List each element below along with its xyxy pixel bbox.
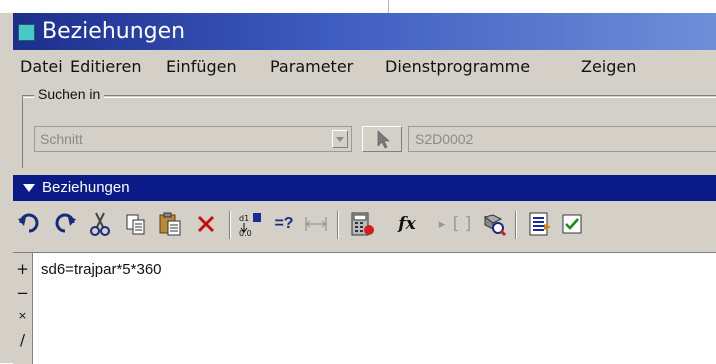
search-scope-value: Schnitt [40, 131, 83, 147]
cut-button[interactable] [85, 209, 115, 239]
redo-icon [55, 213, 76, 233]
toolbar-separator [229, 211, 231, 239]
section-header[interactable]: Beziehungen [13, 175, 716, 201]
title-bar[interactable]: Beziehungen [13, 13, 716, 50]
verify-button[interactable] [557, 209, 587, 239]
divide-button[interactable]: / [13, 331, 32, 349]
menu-bar: Datei Editieren Einfügen Parameter Diens… [13, 52, 716, 82]
toolbar: d1 0.0 =? fx ▸ [ ] [13, 201, 716, 251]
search-group-border [22, 95, 23, 168]
svg-text:d1: d1 [239, 214, 249, 223]
menu-zeigen[interactable]: Zeigen [581, 52, 636, 82]
list-icon [529, 212, 551, 236]
calculator-icon [351, 212, 374, 236]
toolbar-separator [337, 211, 339, 239]
relations-editor[interactable]: + − × / sd6=trajpar*5*360 [13, 252, 716, 364]
svg-text:0.0: 0.0 [239, 229, 252, 237]
section-title: Beziehungen [42, 179, 130, 196]
menu-editieren[interactable]: Editieren [70, 52, 141, 82]
desktop-strip [0, 0, 716, 13]
undo-icon [18, 213, 39, 233]
target-field[interactable]: S2D0002 [408, 126, 716, 152]
evaluate-icon[interactable]: =? [269, 209, 299, 239]
toolbar-separator [515, 211, 517, 239]
function-icon[interactable]: fx [385, 209, 429, 239]
plus-button[interactable]: + [13, 260, 32, 278]
operator-gutter: + − × / [13, 253, 33, 364]
sort-button[interactable]: d1 0.0 [237, 209, 267, 239]
brackets-icon[interactable]: [ ] [447, 209, 477, 239]
divider [388, 0, 389, 13]
app-icon [18, 24, 35, 41]
menu-einfuegen[interactable]: Einfügen [166, 52, 237, 82]
copy-icon [126, 214, 145, 235]
verify-icon [562, 214, 582, 234]
select-button[interactable] [362, 126, 402, 152]
delete-button[interactable] [191, 209, 221, 239]
multiply-button[interactable]: × [13, 309, 32, 322]
sort-icon: d1 0.0 [239, 213, 261, 237]
paste-icon [159, 212, 181, 236]
delete-icon [197, 215, 215, 233]
search-scope-select[interactable]: Schnitt [34, 126, 352, 152]
dimension-icon [305, 217, 327, 231]
target-value: S2D0002 [415, 131, 474, 147]
chevron-down-icon[interactable] [332, 130, 348, 148]
inspect-icon [483, 214, 507, 237]
cursor-arrow-icon [377, 130, 390, 149]
paste-button[interactable] [155, 209, 185, 239]
menu-datei[interactable]: Datei [20, 52, 63, 82]
window-title: Beziehungen [42, 19, 186, 44]
cut-icon [90, 212, 110, 236]
dimension-button[interactable] [301, 209, 331, 239]
copy-button[interactable] [121, 209, 151, 239]
list-button[interactable] [525, 209, 555, 239]
inspect-button[interactable] [479, 209, 509, 239]
redo-button[interactable] [49, 209, 79, 239]
undo-button[interactable] [15, 209, 45, 239]
menu-dienstprogramme[interactable]: Dienstprogramme [385, 52, 530, 82]
search-group-label: Suchen in [34, 86, 105, 102]
collapse-triangle-icon[interactable] [23, 184, 35, 192]
relation-line[interactable]: sd6=trajpar*5*360 [41, 261, 162, 278]
menu-parameter[interactable]: Parameter [270, 52, 353, 82]
calculator-button[interactable] [347, 209, 377, 239]
minus-button[interactable]: − [13, 284, 32, 302]
